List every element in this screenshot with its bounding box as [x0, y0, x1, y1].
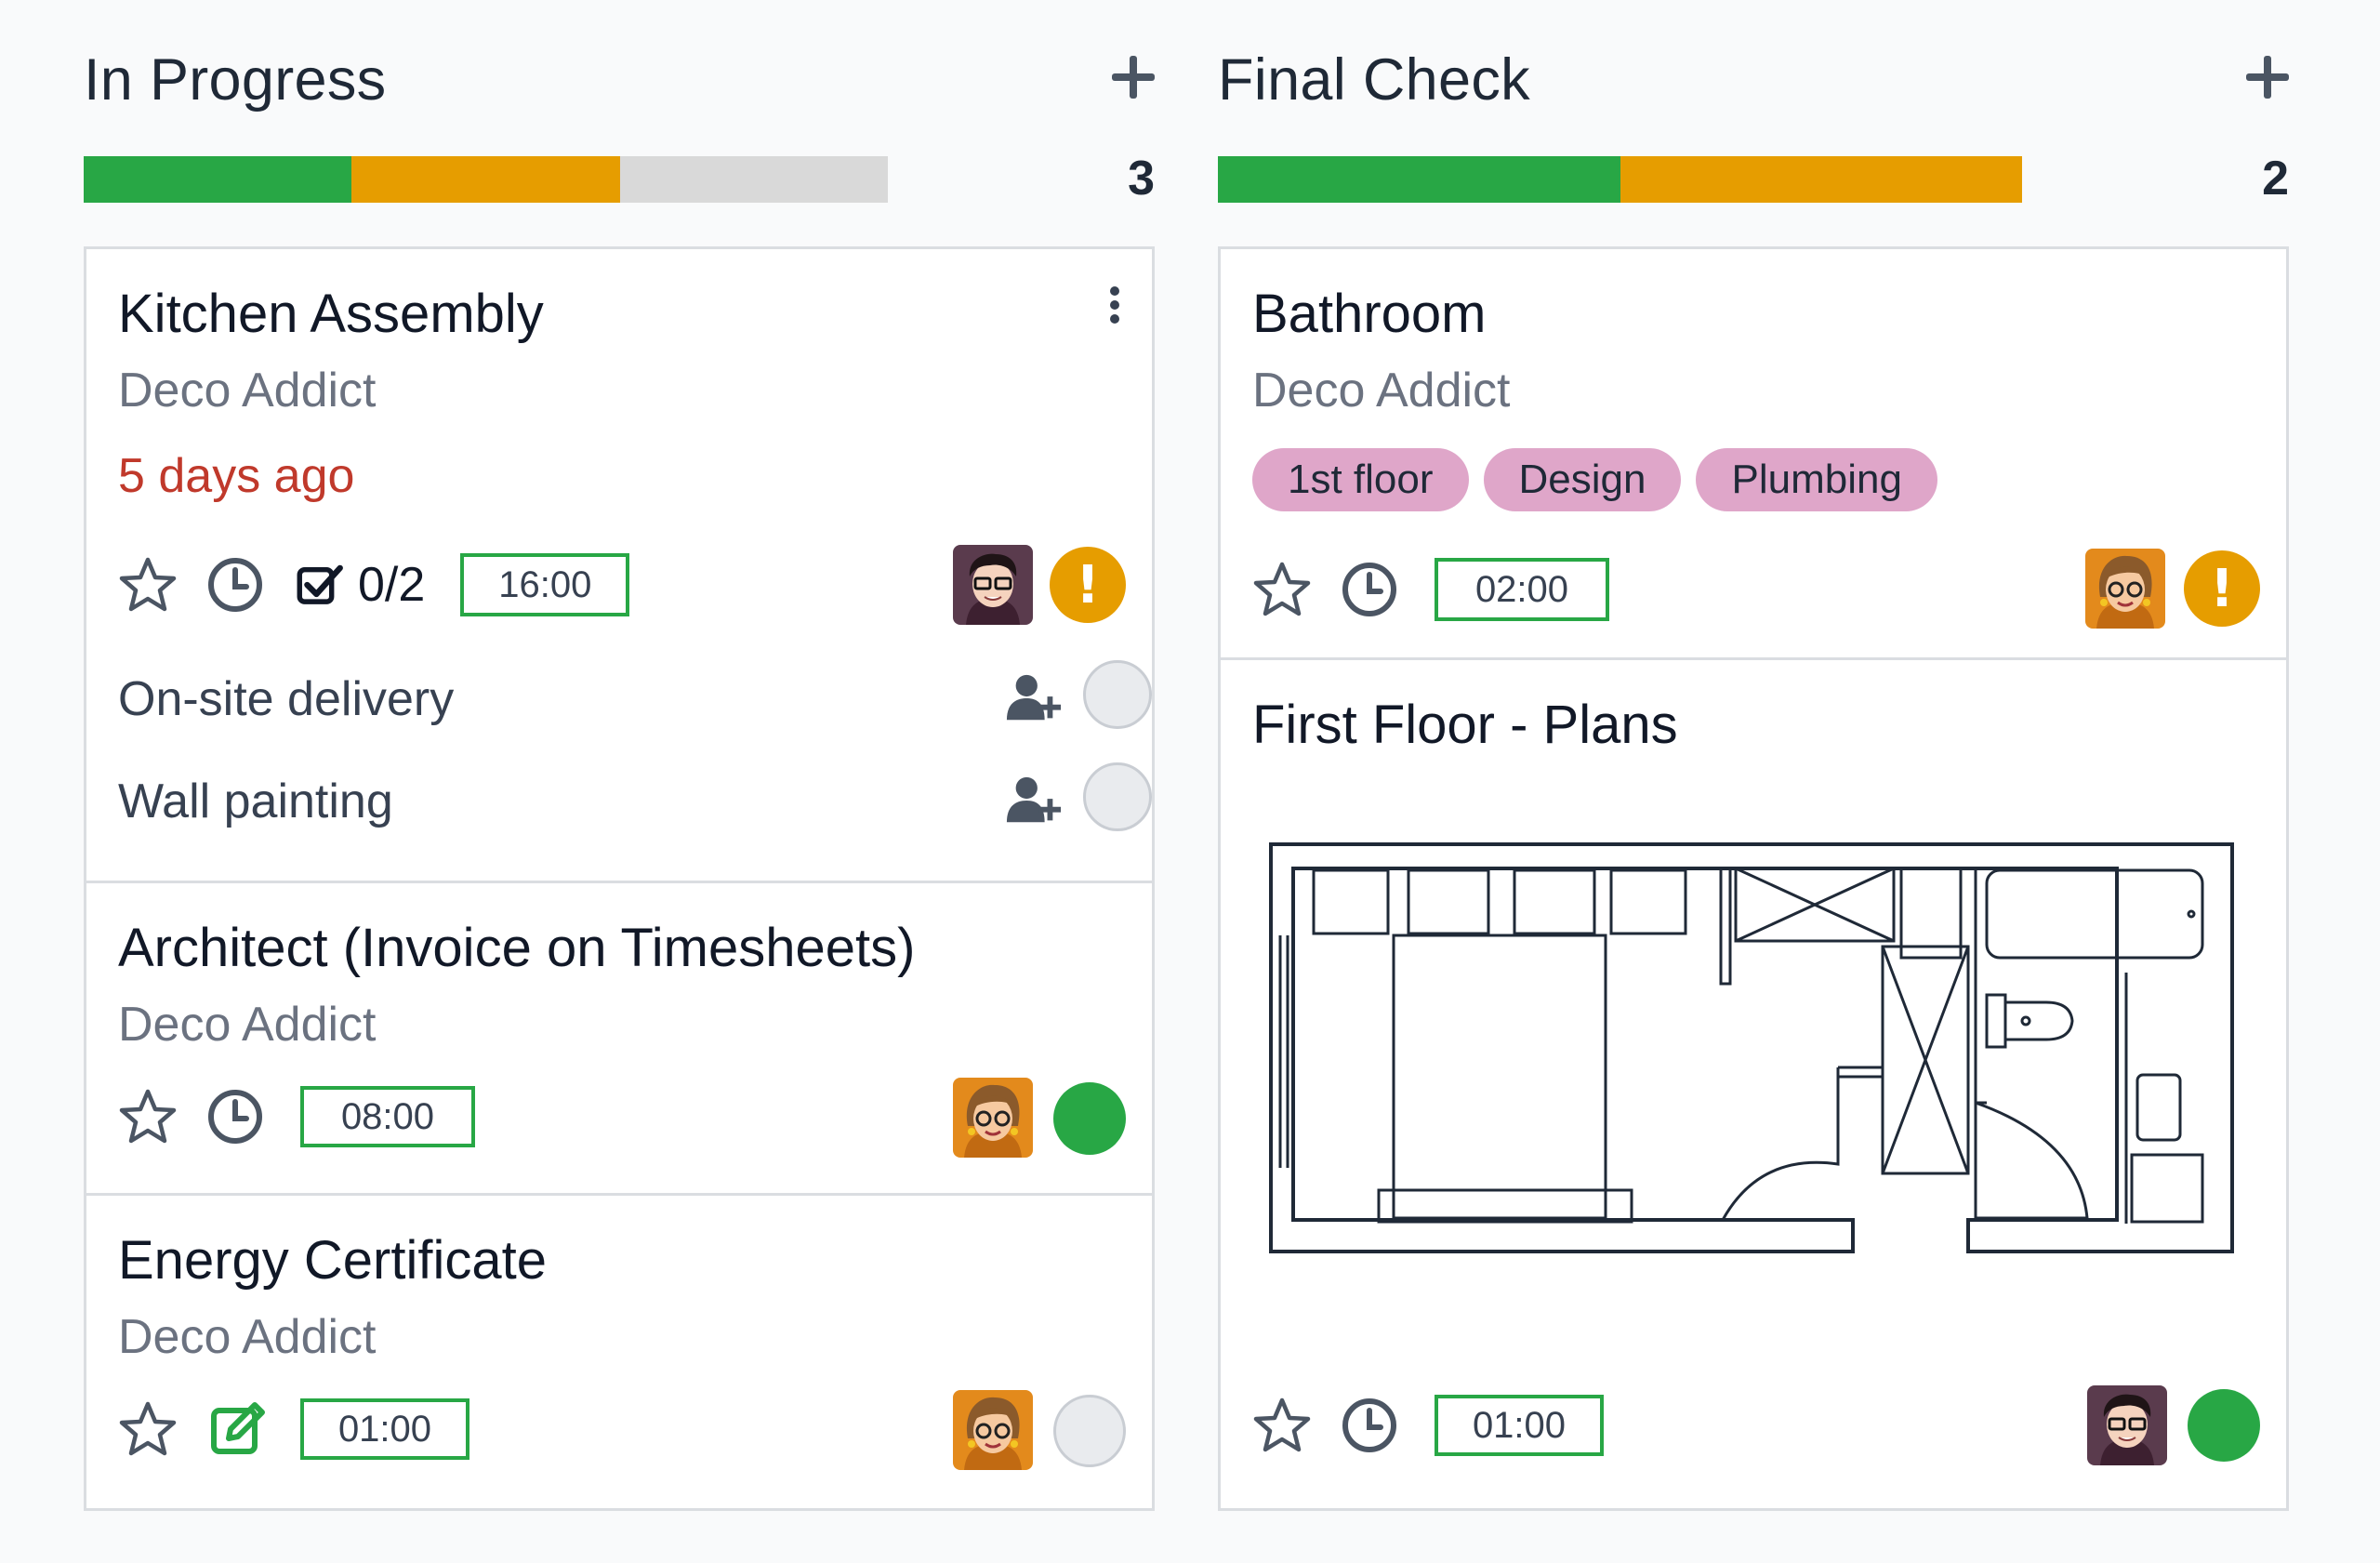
allocated-time-field[interactable]: 01:00: [1435, 1395, 1604, 1456]
user-add-icon[interactable]: [1005, 669, 1063, 727]
status-indicator-done[interactable]: [1053, 1082, 1126, 1155]
card-stack: Bathroom Deco Addict 1st floor Design Pl…: [1218, 246, 2289, 1511]
plus-icon[interactable]: [1112, 56, 1155, 99]
tag[interactable]: 1st floor: [1252, 448, 1469, 511]
kanban-column-in-progress: In Progress 3 Kitchen Assembly Deco Addi…: [84, 0, 1155, 1563]
tag[interactable]: Plumbing: [1696, 448, 1937, 511]
star-icon[interactable]: [118, 555, 178, 615]
star-icon[interactable]: [118, 1399, 178, 1459]
clock-icon[interactable]: [1340, 560, 1399, 619]
allocated-time-field[interactable]: 16:00: [460, 553, 630, 616]
task-card[interactable]: Architect (Invoice on Timesheets) Deco A…: [86, 883, 1152, 1196]
kebab-menu-icon[interactable]: [1105, 286, 1124, 327]
subtask-label: On-site delivery: [118, 672, 455, 726]
status-indicator-normal[interactable]: [1083, 762, 1152, 831]
star-icon[interactable]: [1252, 1396, 1312, 1455]
avatar[interactable]: [953, 1390, 1033, 1470]
card-title: Architect (Invoice on Timesheets): [118, 918, 916, 978]
subtask-row[interactable]: On-site delivery: [118, 658, 1152, 742]
card-stack: Kitchen Assembly Deco Addict 5 days ago …: [84, 246, 1155, 1511]
status-indicator-blocked[interactable]: !: [2184, 550, 2260, 627]
status-indicator-blocked[interactable]: !: [1050, 547, 1126, 623]
task-card[interactable]: Kitchen Assembly Deco Addict 5 days ago …: [86, 249, 1152, 883]
plus-icon[interactable]: [2246, 56, 2289, 99]
subtask-label: Wall painting: [118, 775, 393, 828]
column-progress-bar[interactable]: [84, 156, 888, 203]
floor-plan-image: [1269, 842, 2236, 1275]
task-card[interactable]: Energy Certificate Deco Addict 01:00: [86, 1196, 1152, 1508]
star-icon[interactable]: [1252, 560, 1312, 619]
allocated-time-field[interactable]: 08:00: [300, 1086, 475, 1147]
column-title[interactable]: Final Check: [1218, 46, 1530, 113]
status-indicator-normal[interactable]: [1083, 660, 1152, 729]
subtask-count[interactable]: 0/2: [358, 557, 425, 613]
card-customer: Deco Addict: [118, 1310, 377, 1364]
progress-segment-done[interactable]: [84, 156, 352, 203]
tag-list: 1st floor Design Plumbing: [1252, 448, 1952, 511]
column-progress-bar[interactable]: [1218, 156, 2022, 203]
user-add-icon[interactable]: [1005, 772, 1063, 829]
progress-segment-blocked[interactable]: [351, 156, 620, 203]
avatar[interactable]: [2085, 549, 2165, 629]
card-title: Bathroom: [1252, 284, 1487, 344]
column-title[interactable]: In Progress: [84, 46, 386, 113]
progress-segment-done[interactable]: [1218, 156, 1620, 203]
status-indicator-done[interactable]: [2188, 1389, 2260, 1462]
card-customer: Deco Addict: [118, 998, 377, 1052]
progress-segment-blocked[interactable]: [1620, 156, 2022, 203]
avatar[interactable]: [953, 545, 1033, 625]
column-count: 3: [1128, 152, 1155, 205]
card-deadline: 5 days ago: [118, 449, 355, 503]
progress-segment-normal[interactable]: [619, 156, 888, 203]
kanban-column-final-check: Final Check 2 Bathroom Deco Addict 1st f…: [1218, 0, 2289, 1563]
subtask-row[interactable]: Wall painting: [118, 761, 1152, 844]
allocated-time-field[interactable]: 02:00: [1435, 558, 1609, 621]
checklist-icon[interactable]: [293, 558, 347, 612]
card-customer: Deco Addict: [118, 364, 377, 417]
card-title: First Floor - Plans: [1252, 695, 1678, 755]
edit-icon[interactable]: [205, 1399, 271, 1459]
status-indicator-normal[interactable]: [1053, 1395, 1126, 1467]
card-title: Kitchen Assembly: [118, 284, 544, 344]
column-count: 2: [2262, 152, 2289, 205]
avatar[interactable]: [953, 1078, 1033, 1158]
allocated-time-field[interactable]: 01:00: [300, 1398, 469, 1460]
clock-icon[interactable]: [205, 1087, 265, 1146]
clock-icon[interactable]: [205, 555, 265, 615]
card-customer: Deco Addict: [1252, 364, 1511, 417]
tag[interactable]: Design: [1483, 448, 1682, 511]
task-card[interactable]: Bathroom Deco Addict 1st floor Design Pl…: [1221, 249, 2286, 660]
clock-icon[interactable]: [1340, 1396, 1399, 1455]
star-icon[interactable]: [118, 1087, 178, 1146]
task-card[interactable]: First Floor - Plans 01:00: [1221, 660, 2286, 1508]
card-title: Energy Certificate: [118, 1230, 547, 1291]
avatar[interactable]: [2087, 1385, 2167, 1465]
